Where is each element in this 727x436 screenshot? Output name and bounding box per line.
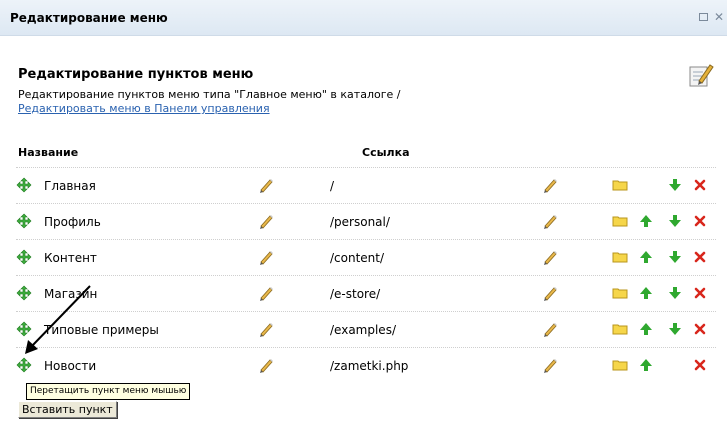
drag-handle-icon[interactable] [16, 177, 32, 193]
table-row: Главная / [16, 167, 716, 203]
edit-name-pencil-icon[interactable] [258, 285, 274, 301]
drag-handle-icon[interactable] [16, 285, 32, 301]
menu-item-link: /content/ [330, 251, 385, 265]
window-title: Редактирование меню [10, 11, 168, 25]
insert-item-button[interactable]: Вставить пункт [18, 401, 117, 418]
drag-handle-icon[interactable] [16, 321, 32, 337]
folder-icon[interactable] [612, 321, 628, 337]
move-up-icon[interactable] [638, 249, 654, 265]
drag-handle-icon[interactable] [16, 357, 32, 373]
delete-icon[interactable] [692, 321, 708, 337]
menu-item-link: /personal/ [330, 215, 390, 229]
delete-icon[interactable] [692, 249, 708, 265]
move-up-icon[interactable] [638, 357, 654, 373]
folder-icon[interactable] [612, 285, 628, 301]
move-up-icon[interactable] [638, 321, 654, 337]
menu-item-link: /e-store/ [330, 287, 381, 301]
menu-item-name: Профиль [44, 215, 101, 229]
edit-link-pencil-icon[interactable] [542, 213, 558, 229]
edit-menu-icon[interactable] [688, 62, 714, 88]
folder-icon[interactable] [612, 177, 628, 193]
table-row: Контент/content/ [16, 239, 716, 275]
menu-item-name: Типовые примеры [44, 323, 159, 337]
control-panel-link[interactable]: Редактировать меню в Панели управления [18, 102, 270, 115]
edit-link-pencil-icon[interactable] [542, 249, 558, 265]
folder-icon[interactable] [612, 249, 628, 265]
drag-handle-icon[interactable] [16, 249, 32, 265]
edit-name-pencil-icon[interactable] [258, 321, 274, 337]
table-row: Магазин/e-store/ [16, 275, 716, 311]
delete-icon[interactable] [692, 177, 708, 193]
column-header-link: Ссылка [362, 146, 410, 159]
table-row: Новости/zametki.php [16, 347, 716, 383]
menu-item-name: Главная [44, 179, 96, 193]
edit-name-pencil-icon[interactable] [258, 177, 274, 193]
menu-item-name: Контент [44, 251, 97, 265]
menu-item-link: /examples/ [330, 323, 396, 337]
move-up-icon[interactable] [638, 213, 654, 229]
table-row: Типовые примеры/examples/ [16, 311, 716, 347]
menu-item-name: Магазин [44, 287, 98, 301]
delete-icon[interactable] [692, 213, 708, 229]
window-titlebar: Редактирование меню ✕ [0, 0, 727, 36]
delete-icon[interactable] [692, 357, 708, 373]
move-up-icon[interactable] [638, 285, 654, 301]
menu-item-name: Новости [44, 359, 97, 373]
edit-link-pencil-icon[interactable] [542, 321, 558, 337]
edit-link-pencil-icon[interactable] [542, 177, 558, 193]
edit-name-pencil-icon[interactable] [258, 249, 274, 265]
drag-tooltip: Перетащить пункт меню мышью [26, 383, 191, 400]
move-down-icon[interactable] [667, 249, 683, 265]
table-row: Профиль/personal/ [16, 203, 716, 239]
move-down-icon[interactable] [667, 285, 683, 301]
drag-handle-icon[interactable] [16, 213, 32, 229]
folder-icon[interactable] [612, 357, 628, 373]
menu-item-link: /zametki.php [330, 359, 409, 373]
move-down-icon[interactable] [667, 213, 683, 229]
edit-link-pencil-icon[interactable] [542, 285, 558, 301]
folder-icon[interactable] [612, 213, 628, 229]
edit-name-pencil-icon[interactable] [258, 357, 274, 373]
move-down-icon[interactable] [667, 321, 683, 337]
close-icon[interactable]: ✕ [712, 10, 726, 24]
page-description: Редактирование пунктов меню типа "Главно… [18, 88, 401, 101]
restore-icon[interactable] [696, 10, 710, 24]
edit-name-pencil-icon[interactable] [258, 213, 274, 229]
edit-link-pencil-icon[interactable] [542, 357, 558, 373]
move-down-icon[interactable] [667, 177, 683, 193]
menu-item-link: / [330, 179, 335, 193]
column-header-name: Название [18, 146, 79, 159]
page-title: Редактирование пунктов меню [18, 67, 254, 82]
delete-icon[interactable] [692, 285, 708, 301]
